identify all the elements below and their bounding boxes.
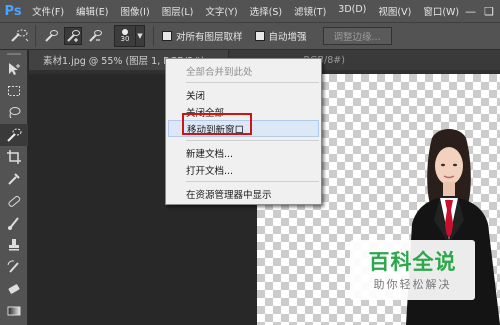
bandage-icon (8, 195, 21, 207)
menu-item-open-document[interactable]: 打开文档... (166, 161, 321, 178)
watermark-title: 百科全说 (368, 250, 457, 274)
menu-image[interactable]: 图像(I) (114, 4, 155, 18)
quick-selection-tool[interactable] (0, 124, 28, 146)
subtract-from-selection-button[interactable] (86, 27, 104, 45)
sample-all-layers-label: 对所有图层取样 (176, 32, 243, 43)
eyedropper-tool[interactable] (0, 168, 28, 190)
panel-grip[interactable] (0, 50, 28, 58)
divider (153, 26, 154, 46)
gradient-tool[interactable] (0, 300, 28, 322)
quick-selection-icon (10, 29, 28, 42)
sample-all-layers-checkbox[interactable]: 对所有图层取样 (162, 29, 243, 43)
gradient-icon (7, 306, 21, 316)
menu-view[interactable]: 视图(V) (372, 4, 417, 18)
menu-layer[interactable]: 图层(L) (156, 4, 200, 18)
healing-brush-tool[interactable] (0, 190, 28, 212)
chevron-down-icon[interactable]: ▼ (136, 25, 145, 47)
brush-size-picker[interactable]: 30 ▼ (114, 25, 145, 47)
clone-stamp-tool[interactable] (0, 234, 28, 256)
options-bar: 30 ▼ 对所有图层取样 自动增强 调整边缘... (0, 22, 500, 50)
brush-add-icon (67, 30, 80, 42)
menu-filter[interactable]: 滤镜(T) (288, 4, 332, 18)
menu-select[interactable]: 选择(S) (244, 4, 288, 18)
menu-separator (186, 181, 319, 182)
brush-tool[interactable] (0, 212, 28, 234)
menu-file[interactable]: 文件(F) (26, 4, 70, 18)
menu-separator (186, 82, 319, 83)
watermark-subtitle: 助你轻松解决 (373, 278, 452, 291)
marquee-icon (8, 86, 20, 96)
menu-item-close[interactable]: 关闭 (166, 86, 321, 103)
crop-icon (7, 150, 21, 164)
stamp-icon (9, 239, 19, 251)
add-to-selection-button[interactable] (64, 27, 82, 45)
move-tool[interactable] (0, 58, 28, 80)
annotation-highlight-box (182, 113, 252, 135)
new-selection-button[interactable] (42, 27, 60, 45)
menu-3d[interactable]: 3D(D) (332, 4, 372, 18)
restore-icon[interactable]: ❑ (484, 5, 494, 18)
refine-edge-button[interactable]: 调整边缘... (322, 27, 392, 45)
marquee-tool[interactable] (0, 80, 28, 102)
menu-item-consolidate-all-here: 全部合并到此处 (186, 66, 253, 78)
checkbox-box[interactable] (254, 31, 265, 41)
menu-item-new-document[interactable]: 新建文档... (166, 144, 321, 161)
minimize-icon[interactable]: — (465, 5, 476, 18)
lasso-icon (9, 107, 21, 119)
menu-separator (186, 140, 319, 141)
brush-icon (8, 217, 19, 230)
brush-subtract-icon (89, 30, 102, 42)
checkbox-box[interactable] (162, 31, 172, 41)
history-brush-tool[interactable] (0, 256, 28, 278)
crop-tool[interactable] (0, 146, 28, 168)
move-icon (9, 63, 20, 75)
eraser-icon (8, 284, 20, 294)
eyedropper-icon (8, 173, 20, 185)
menu-type[interactable]: 文字(Y) (199, 4, 243, 18)
menu-edit[interactable]: 编辑(E) (70, 4, 114, 18)
eraser-tool[interactable] (0, 278, 28, 300)
history-brush-icon (7, 260, 19, 273)
auto-enhance-label: 自动增强 (268, 32, 307, 43)
brush-new-icon (45, 30, 58, 42)
lasso-tool[interactable] (0, 102, 28, 124)
quick-selection-icon (7, 128, 22, 142)
tools-panel (0, 50, 28, 325)
brush-preview: 30 (114, 25, 136, 47)
menu-window[interactable]: 窗口(W) (417, 4, 465, 18)
menu-item-reveal-in-explorer[interactable]: 在资源管理器中显示 (166, 185, 321, 202)
brush-size-value: 30 (120, 35, 130, 43)
tool-preset-picker[interactable] (4, 25, 36, 47)
photoshop-logo: Ps (4, 3, 22, 19)
menu-bar: Ps 文件(F) 编辑(E) 图像(I) 图层(L) 文字(Y) 选择(S) 滤… (0, 0, 500, 22)
auto-enhance-checkbox[interactable]: 自动增强 (254, 29, 307, 43)
